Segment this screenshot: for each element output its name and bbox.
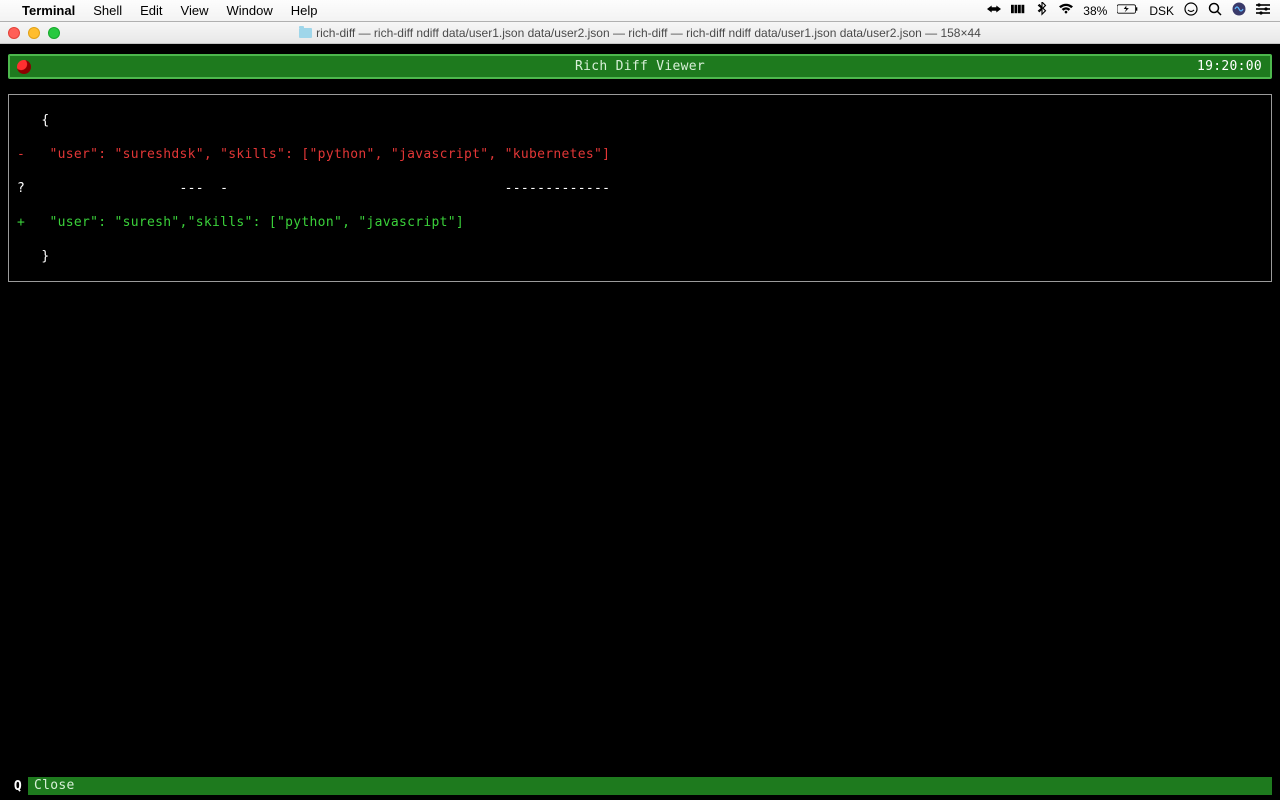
menu-window[interactable]: Window: [227, 3, 273, 18]
menubar-right: 38% DSK: [987, 2, 1270, 19]
battery-charging-icon[interactable]: [1117, 2, 1139, 19]
diff-line-close: }: [17, 239, 1263, 273]
diff-footer: Q Close: [8, 777, 1272, 795]
app-name[interactable]: Terminal: [22, 3, 75, 18]
input-source[interactable]: DSK: [1149, 4, 1174, 18]
menubar-left: Terminal Shell Edit View Window Help: [10, 3, 336, 18]
diff-header: Rich Diff Viewer 19:20:00: [8, 54, 1272, 79]
siri-icon[interactable]: [1232, 2, 1246, 19]
footer-hotkey[interactable]: Q: [8, 778, 28, 795]
wifi-icon[interactable]: [1059, 2, 1073, 19]
zoom-window-button[interactable]: [48, 27, 60, 39]
spotlight-icon[interactable]: [1208, 2, 1222, 19]
status-circle-icon[interactable]: [1184, 2, 1198, 19]
diff-line-hint: ? --- - -------------: [17, 171, 1263, 205]
control-center-icon[interactable]: [1256, 2, 1270, 19]
macos-menubar: Terminal Shell Edit View Window Help 38%…: [0, 0, 1280, 22]
menu-shell[interactable]: Shell: [93, 3, 122, 18]
terminal-window: rich-diff — rich-diff ndiff data/user1.j…: [0, 22, 1280, 800]
menu-view[interactable]: View: [181, 3, 209, 18]
window-titlebar[interactable]: rich-diff — rich-diff ndiff data/user1.j…: [0, 22, 1280, 44]
folder-icon: [299, 28, 312, 38]
bluetooth-icon[interactable]: [1035, 2, 1049, 19]
menu-help[interactable]: Help: [291, 3, 318, 18]
window-title-text: rich-diff — rich-diff ndiff data/user1.j…: [316, 26, 981, 40]
diff-header-title: Rich Diff Viewer: [10, 58, 1270, 75]
window-title: rich-diff — rich-diff ndiff data/user1.j…: [0, 26, 1280, 40]
status-icon-1[interactable]: [987, 2, 1001, 19]
diff-line-added: + "user": "suresh","skills": ["python", …: [17, 205, 1263, 239]
status-icon-2[interactable]: [1011, 2, 1025, 19]
footer-label[interactable]: Close: [28, 777, 1272, 795]
traffic-lights: [8, 27, 60, 39]
terminal-body[interactable]: Rich Diff Viewer 19:20:00 { - "user": "s…: [0, 44, 1280, 800]
diff-panel: { - "user": "sureshdsk", "skills": ["pyt…: [8, 94, 1272, 282]
diff-line-removed: - "user": "sureshdsk", "skills": ["pytho…: [17, 137, 1263, 171]
battery-percentage: 38%: [1083, 4, 1107, 18]
menu-edit[interactable]: Edit: [140, 3, 162, 18]
close-window-button[interactable]: [8, 27, 20, 39]
diff-line-open: {: [17, 103, 1263, 137]
minimize-window-button[interactable]: [28, 27, 40, 39]
